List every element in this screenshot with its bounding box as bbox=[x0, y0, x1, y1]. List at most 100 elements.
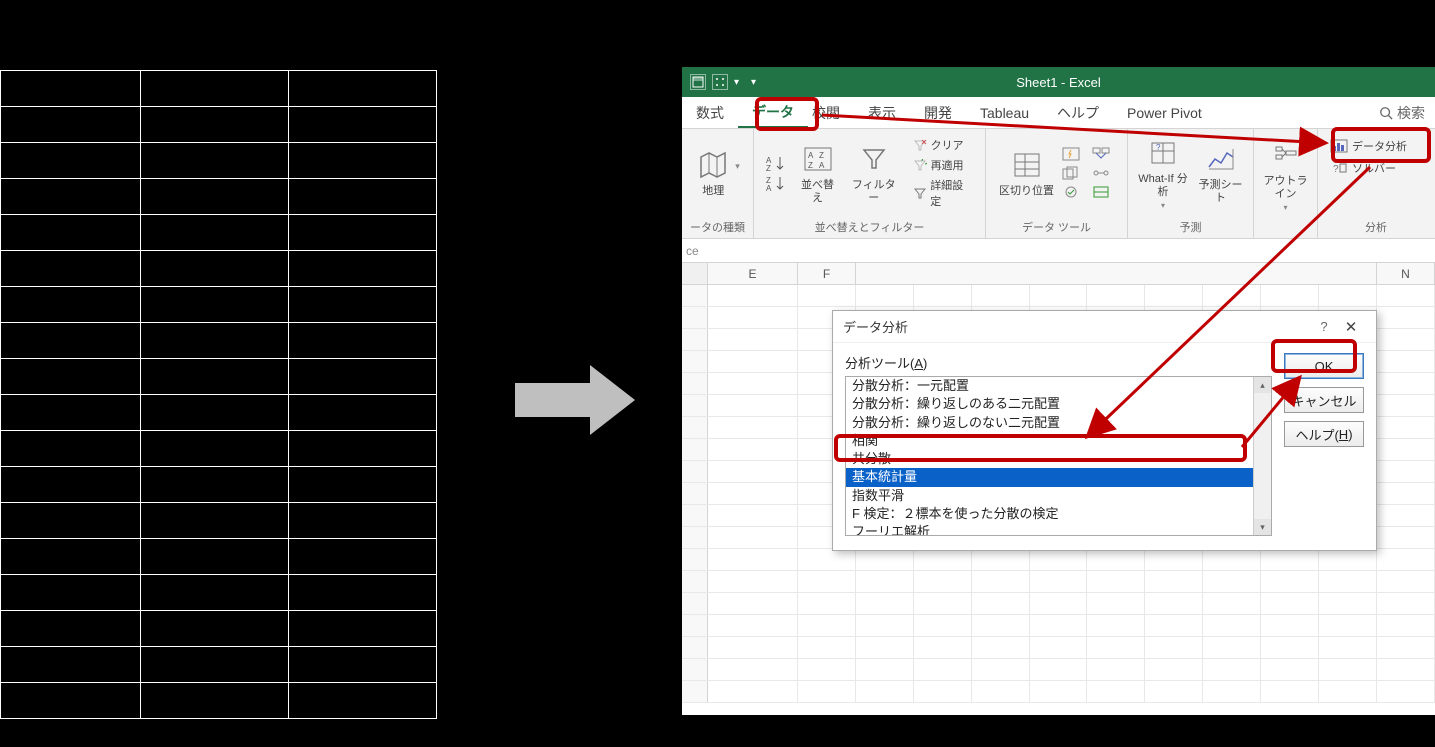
cell[interactable] bbox=[798, 285, 856, 306]
cell[interactable] bbox=[1087, 593, 1145, 614]
cell[interactable] bbox=[1087, 615, 1145, 636]
reapply-button[interactable]: 再適用 bbox=[909, 156, 977, 174]
col-header-e[interactable]: E bbox=[708, 263, 798, 284]
cell[interactable] bbox=[1377, 549, 1435, 570]
clear-button[interactable]: クリア bbox=[909, 136, 977, 154]
row-header[interactable] bbox=[682, 637, 708, 658]
cell[interactable] bbox=[1145, 681, 1203, 702]
tab-formula[interactable]: 数式 bbox=[690, 97, 738, 128]
cell[interactable] bbox=[1203, 637, 1261, 658]
chevron-down-icon[interactable]: ▾ bbox=[735, 161, 740, 172]
row-header[interactable] bbox=[682, 681, 708, 702]
cell[interactable] bbox=[1377, 527, 1435, 548]
cell[interactable] bbox=[708, 417, 798, 438]
cell[interactable] bbox=[1261, 549, 1319, 570]
cell[interactable] bbox=[1377, 637, 1435, 658]
cell[interactable] bbox=[1145, 285, 1203, 306]
manage-model-button[interactable] bbox=[1088, 184, 1114, 200]
sort-asc-button[interactable]: AZ bbox=[762, 154, 788, 172]
formula-bar[interactable]: ce bbox=[682, 239, 1435, 263]
cell[interactable] bbox=[708, 659, 798, 680]
cell[interactable] bbox=[972, 659, 1030, 680]
solver-button[interactable]: ? ソルバー bbox=[1326, 159, 1400, 177]
cell[interactable] bbox=[708, 593, 798, 614]
cell[interactable] bbox=[1203, 571, 1261, 592]
geo-button[interactable]: 地理 bbox=[695, 147, 731, 198]
col-header-n[interactable]: N bbox=[1377, 263, 1435, 284]
cell[interactable] bbox=[798, 571, 856, 592]
help-button[interactable]: ヘルプ(H) bbox=[1284, 421, 1364, 447]
cell[interactable] bbox=[972, 593, 1030, 614]
cell[interactable] bbox=[708, 307, 798, 328]
col-header-f[interactable]: F bbox=[798, 263, 856, 284]
cell[interactable] bbox=[1030, 615, 1088, 636]
cell[interactable] bbox=[914, 593, 972, 614]
cell[interactable] bbox=[1203, 681, 1261, 702]
flash-fill-button[interactable] bbox=[1058, 146, 1084, 162]
tab-developer[interactable]: 開発 bbox=[910, 97, 966, 128]
cell[interactable] bbox=[972, 285, 1030, 306]
cell[interactable] bbox=[708, 395, 798, 416]
cell[interactable] bbox=[1377, 285, 1435, 306]
cell[interactable] bbox=[1377, 659, 1435, 680]
outline-button[interactable]: アウトライン ▾ bbox=[1262, 137, 1309, 213]
cell[interactable] bbox=[1261, 615, 1319, 636]
tab-help[interactable]: ヘルプ bbox=[1043, 97, 1113, 128]
remove-dup-button[interactable] bbox=[1058, 165, 1084, 181]
scroll-down-button[interactable]: ▾ bbox=[1254, 519, 1271, 535]
cell[interactable] bbox=[1319, 593, 1377, 614]
cell[interactable] bbox=[1145, 637, 1203, 658]
cell[interactable] bbox=[798, 637, 856, 658]
cell[interactable] bbox=[856, 571, 914, 592]
cell[interactable] bbox=[1087, 681, 1145, 702]
dialog-help-icon[interactable]: ? bbox=[1312, 319, 1336, 334]
tab-view[interactable]: 表示 bbox=[854, 97, 910, 128]
cell[interactable] bbox=[1087, 659, 1145, 680]
cell[interactable] bbox=[1319, 637, 1377, 658]
cell[interactable] bbox=[1030, 549, 1088, 570]
row-header[interactable] bbox=[682, 285, 708, 306]
cell[interactable] bbox=[856, 285, 914, 306]
cell[interactable] bbox=[708, 571, 798, 592]
qat-chevron-down-icon[interactable]: ▾ bbox=[734, 77, 739, 88]
row-header[interactable] bbox=[682, 417, 708, 438]
cell[interactable] bbox=[798, 549, 856, 570]
cell[interactable] bbox=[1261, 659, 1319, 680]
row-header[interactable] bbox=[682, 527, 708, 548]
cell[interactable] bbox=[708, 505, 798, 526]
cell[interactable] bbox=[1319, 571, 1377, 592]
row-header[interactable] bbox=[682, 307, 708, 328]
qat-icon-1[interactable] bbox=[690, 74, 706, 90]
cell[interactable] bbox=[914, 681, 972, 702]
cell[interactable] bbox=[1145, 615, 1203, 636]
cell[interactable] bbox=[914, 285, 972, 306]
row-header[interactable] bbox=[682, 571, 708, 592]
search-box[interactable]: 検索 bbox=[1369, 97, 1435, 128]
tool-list-item[interactable]: 分散分析：繰り返しのある二元配置 bbox=[846, 395, 1253, 413]
cell[interactable] bbox=[1261, 681, 1319, 702]
text-to-columns-button[interactable]: 区切り位置 bbox=[999, 147, 1054, 198]
sort-button[interactable]: AZZA 並べ替え bbox=[796, 141, 839, 205]
cell[interactable] bbox=[856, 549, 914, 570]
cell[interactable] bbox=[972, 571, 1030, 592]
cell[interactable] bbox=[856, 681, 914, 702]
cell[interactable] bbox=[1030, 681, 1088, 702]
cell[interactable] bbox=[972, 637, 1030, 658]
cell[interactable] bbox=[856, 659, 914, 680]
cell[interactable] bbox=[1203, 549, 1261, 570]
whatif-button[interactable]: ? What-If 分析 ▾ bbox=[1136, 135, 1190, 211]
forecast-sheet-button[interactable]: 予測シート bbox=[1196, 141, 1245, 205]
row-header[interactable] bbox=[682, 395, 708, 416]
cell[interactable] bbox=[972, 615, 1030, 636]
cell[interactable] bbox=[798, 593, 856, 614]
ok-button[interactable]: OK bbox=[1284, 353, 1364, 379]
tool-list-item[interactable]: 分散分析：繰り返しのない二元配置 bbox=[846, 414, 1253, 432]
data-analysis-button[interactable]: データ分析 bbox=[1326, 137, 1411, 155]
filter-button[interactable]: フィルター bbox=[847, 141, 901, 205]
cell[interactable] bbox=[708, 681, 798, 702]
cell[interactable] bbox=[1377, 615, 1435, 636]
cell[interactable] bbox=[1203, 615, 1261, 636]
cell[interactable] bbox=[1203, 285, 1261, 306]
tab-review[interactable]: 校閲 bbox=[808, 97, 854, 128]
cell[interactable] bbox=[1377, 461, 1435, 482]
